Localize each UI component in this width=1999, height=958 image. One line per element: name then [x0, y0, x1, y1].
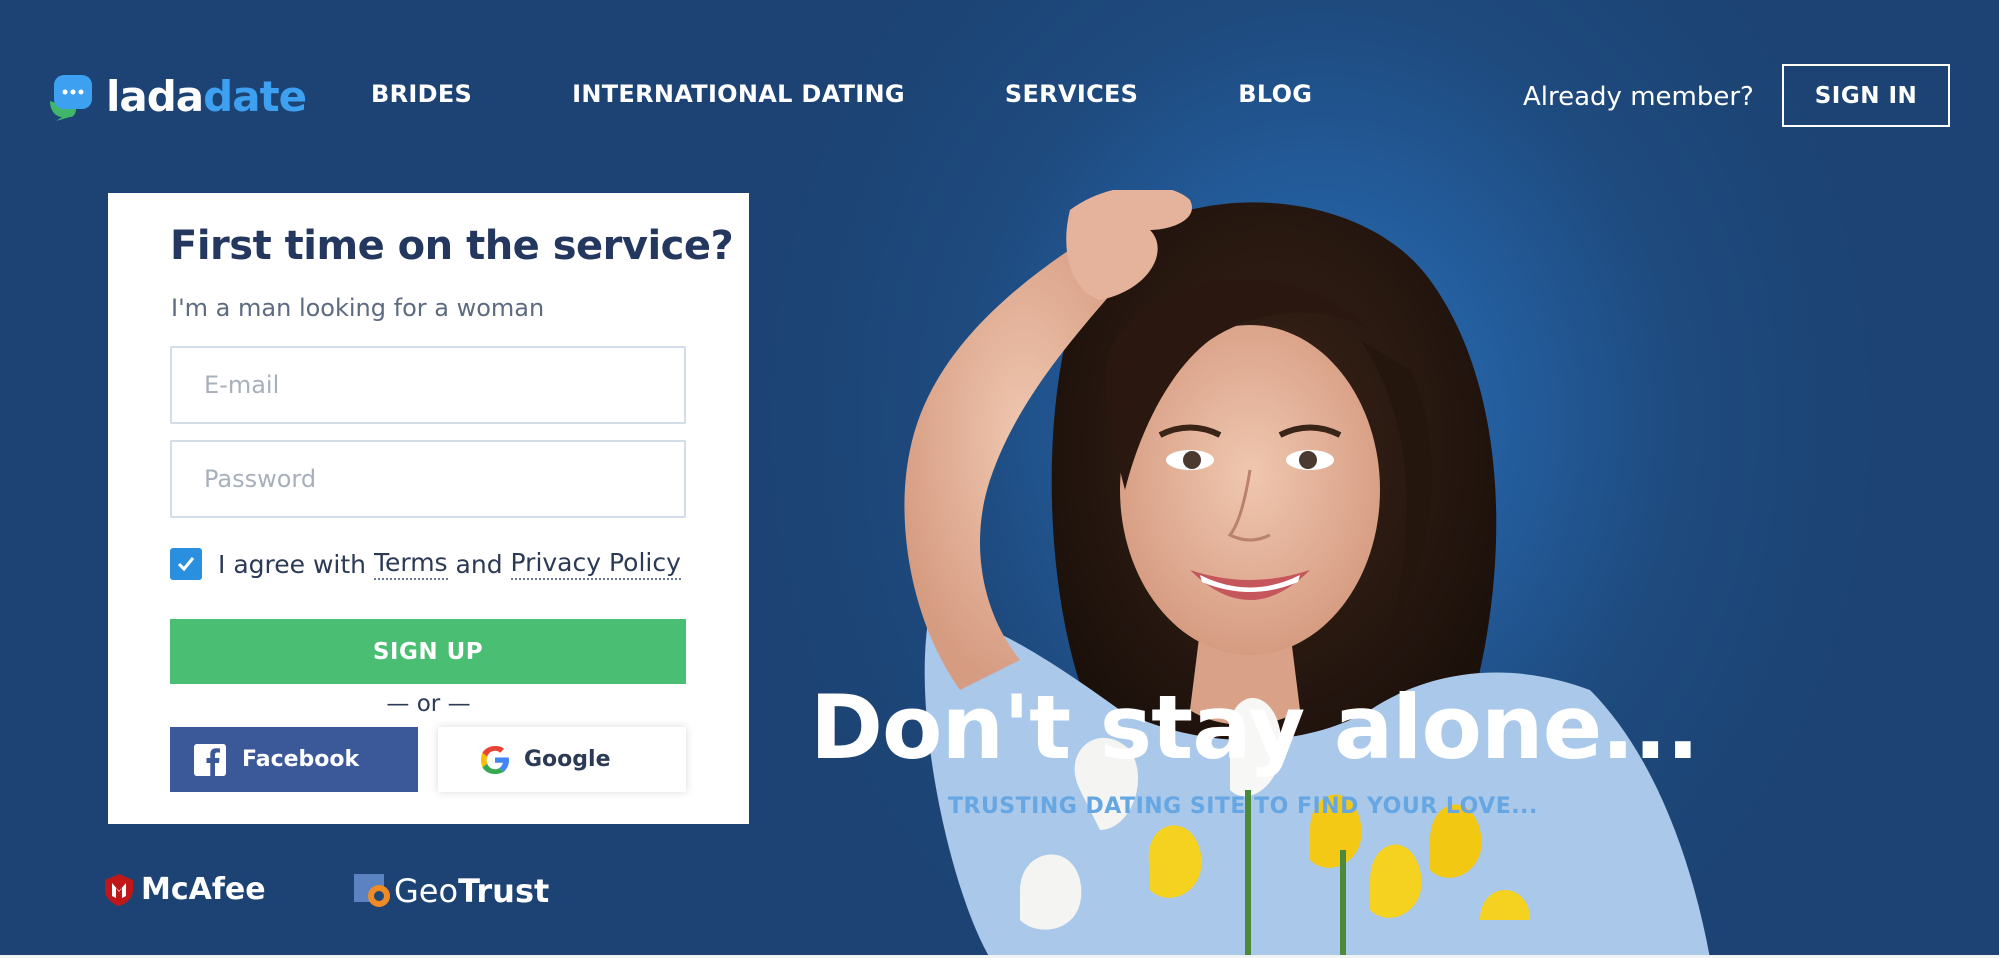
geotrust-geo: Geo	[394, 872, 459, 910]
signup-subtitle[interactable]: I'm a man looking for a woman	[171, 294, 544, 322]
google-icon	[481, 745, 509, 774]
or-divider: — or —	[386, 691, 471, 717]
signup-title: First time on the service?	[170, 223, 734, 269]
mcafee-label: McAfee	[141, 872, 266, 907]
chat-bubble-logo-icon	[50, 74, 92, 121]
main-nav: BRIDES INTERNATIONAL DATING SERVICES BLO…	[371, 80, 1412, 108]
sign-up-button[interactable]: SIGN UP	[170, 619, 686, 684]
geotrust-icon	[354, 874, 390, 907]
logo-text: ladadate	[106, 72, 307, 121]
already-member-text: Already member?	[1523, 82, 1754, 112]
hero-headline: Don't stay alone...	[810, 676, 1700, 779]
geotrust-badge: Geo Trust	[354, 872, 549, 910]
privacy-policy-link[interactable]: Privacy Policy	[510, 548, 681, 580]
mcafee-badge: McAfee	[105, 872, 266, 907]
lada-date-logo[interactable]: ladadate	[46, 72, 307, 121]
logo-text-part2: date	[203, 72, 307, 121]
google-button[interactable]: Google	[438, 727, 686, 792]
hero-tagline: TRUSTING DATING SITE TO FIND YOUR LOVE..…	[948, 794, 1538, 819]
agree-and: and	[455, 549, 503, 579]
google-label: Google	[524, 747, 611, 772]
facebook-button[interactable]: Facebook	[170, 727, 418, 792]
logo-text-part1: lada	[106, 72, 204, 121]
facebook-icon	[194, 743, 226, 776]
terms-link[interactable]: Terms	[373, 548, 448, 580]
nav-brides[interactable]: BRIDES	[371, 80, 472, 108]
mcafee-shield-icon	[105, 873, 133, 906]
password-field[interactable]	[170, 440, 686, 518]
facebook-label: Facebook	[242, 747, 360, 772]
agree-prefix: I agree with	[218, 549, 366, 579]
signup-card: First time on the service? I'm a man loo…	[108, 193, 749, 824]
sign-in-button[interactable]: SIGN IN	[1782, 64, 1950, 127]
nav-international-dating[interactable]: INTERNATIONAL DATING	[572, 80, 905, 108]
checkbox-checked-icon[interactable]	[170, 548, 202, 580]
nav-blog[interactable]: BLOG	[1238, 80, 1312, 108]
agree-row: I agree with Terms and Privacy Policy	[170, 548, 681, 580]
nav-services[interactable]: SERVICES	[1005, 80, 1138, 108]
hero-woman-image	[904, 190, 1710, 958]
geotrust-trust: Trust	[458, 872, 550, 910]
email-field[interactable]	[170, 346, 686, 424]
